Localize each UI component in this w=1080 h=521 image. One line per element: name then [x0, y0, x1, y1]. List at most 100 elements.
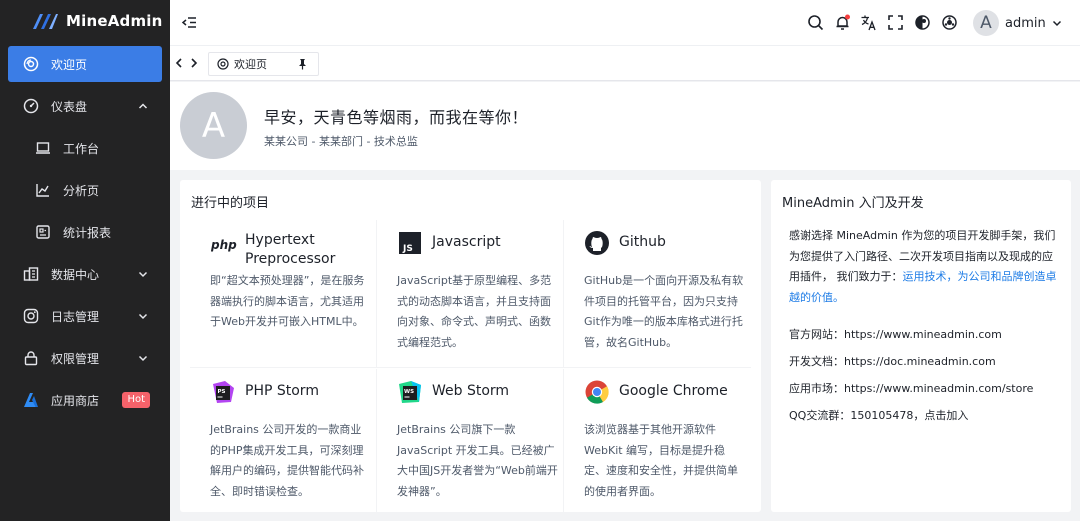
chevron-left-icon[interactable]	[173, 57, 185, 69]
user-name: admin	[1005, 15, 1046, 31]
info-docs[interactable]: 开发文档：https://doc.mineadmin.com	[789, 353, 996, 369]
user-menu[interactable]: A admin	[973, 10, 1062, 36]
sidebar-item-permissions[interactable]: 权限管理	[8, 340, 162, 376]
svg-text:PS: PS	[218, 389, 226, 395]
project-item-chrome[interactable]: Google Chrome 该浏览器基于其他开源软件WebKit 编写，目标是提…	[564, 369, 751, 517]
chrome-icon	[585, 380, 609, 404]
sidebar-item-data-center[interactable]: 数据中心	[8, 256, 162, 292]
sidebar-item-label: 日志管理	[51, 309, 100, 324]
sidebar-item-label: 欢迎页	[51, 57, 88, 72]
info-value: https://doc.mineadmin.com	[844, 355, 996, 368]
project-desc: 该浏览器基于其他开源软件WebKit 编写，目标是提升稳定、速度和安全性，并提供…	[584, 423, 738, 498]
lock-icon	[24, 351, 38, 366]
project-desc: JavaScript基于原型编程、多范式的动态脚本语言，并且支持面向对象、命令式…	[397, 274, 552, 349]
tab-label: 欢迎页	[234, 58, 267, 71]
welcome-header: A 早安，天青色等烟雨，而我在等你！ 某某公司 - 某某部门 - 技术总监	[170, 82, 1080, 170]
welcome-icon	[217, 58, 229, 70]
card-title: MineAdmin 入门及开发	[782, 196, 924, 211]
project-name: Github	[619, 234, 666, 250]
mineadmin-logo-icon	[33, 14, 58, 29]
info-store[interactable]: 应用市场：https://www.mineadmin.com/store	[789, 380, 1033, 396]
avatar: A	[180, 92, 247, 159]
project-name: PHP Storm	[245, 383, 319, 399]
dashboard-icon	[23, 98, 39, 114]
project-desc: JetBrains 公司旗下一款JavaScript 开发工具。已经被广大中国J…	[397, 423, 558, 498]
project-name: Hypertext Preprocessor	[245, 232, 336, 267]
app-store-icon	[24, 393, 38, 407]
chevron-right-icon[interactable]	[188, 57, 200, 69]
sidebar-item-label: 工作台	[63, 141, 100, 156]
project-item-github[interactable]: Github GitHub是一个面向开源及私有软件项目的托管平台，因为只支持Gi…	[564, 220, 751, 368]
project-item-webstorm[interactable]: WS Web Storm JetBrains 公司旗下一款JavaScript …	[377, 369, 564, 517]
sidebar-item-label: 权限管理	[51, 351, 100, 366]
hot-badge: Hot	[122, 392, 150, 408]
phpstorm-icon: PS	[213, 381, 234, 403]
sidebar-item-app-store[interactable]: 应用商店 Hot	[8, 382, 162, 418]
top-header: A admin	[170, 0, 1080, 46]
project-item-php[interactable]: php Hypertext Preprocessor 即“超文本预处理器”，是在…	[190, 220, 377, 368]
menu-fold-icon[interactable]	[181, 14, 198, 31]
project-item-phpstorm[interactable]: PS PHP Storm JetBrains 公司开发的一款商业的PHP集成开发…	[190, 369, 377, 517]
svg-text:php: php	[211, 238, 237, 252]
sidebar-item-label: 统计报表	[63, 225, 112, 240]
translate-icon[interactable]	[860, 14, 877, 31]
chevron-up-icon	[138, 103, 148, 109]
intro-card: MineAdmin 入门及开发 感谢选择 MineAdmin 作为您的项目开发脚…	[771, 180, 1071, 512]
project-desc: 即“超文本预处理器”，是在服务器端执行的脚本语言，尤其适用于Web开发并可嵌入H…	[210, 274, 365, 328]
brand[interactable]: MineAdmin	[0, 0, 170, 42]
chevron-down-icon	[1052, 20, 1061, 27]
info-website[interactable]: 官方网站：https://www.mineadmin.com	[789, 326, 1002, 342]
info-label: 官方网站：	[789, 328, 844, 341]
sidebar-item-analysis[interactable]: 分析页	[8, 172, 162, 208]
info-value: https://www.mineadmin.com/store	[844, 382, 1034, 395]
info-value: https://www.mineadmin.com	[844, 328, 1002, 341]
settings-icon[interactable]	[941, 14, 958, 31]
sidebar: MineAdmin 欢迎页 仪表盘 工作台 分析页 统计报表 数据中心 日志管理…	[0, 0, 170, 521]
theme-icon[interactable]	[914, 14, 931, 31]
github-icon	[585, 231, 609, 255]
sidebar-item-logs[interactable]: 日志管理	[8, 298, 162, 334]
notification-bell-icon[interactable]	[834, 14, 851, 31]
card-title: 进行中的项目	[191, 196, 270, 211]
svg-text:JS: JS	[402, 244, 413, 254]
info-label: QQ交流群：	[789, 409, 851, 422]
chevron-down-icon	[138, 355, 148, 362]
fullscreen-icon[interactable]	[887, 14, 904, 31]
welcome-icon	[23, 56, 39, 72]
sidebar-item-report[interactable]: 统计报表	[8, 214, 162, 250]
data-center-icon	[23, 267, 39, 281]
tab-bar: 欢迎页	[170, 46, 1080, 81]
intro-text: 感谢选择 MineAdmin 作为您的项目开发脚手架，我们为您提供了入门路径、二…	[789, 226, 1061, 308]
app-name: MineAdmin	[66, 12, 163, 30]
project-desc: JetBrains 公司开发的一款商业的PHP集成开发工具，可深刻理解用户的编码…	[210, 423, 364, 498]
project-name: Javascript	[432, 234, 501, 250]
php-icon: php	[211, 238, 237, 252]
info-label: 开发文档：	[789, 355, 844, 368]
instagram-icon	[23, 308, 39, 324]
projects-card: 进行中的项目 php Hypertext Preprocessor 即“超文本预…	[180, 180, 761, 517]
analysis-chart-icon	[36, 184, 49, 197]
greeting: 早安，天青色等烟雨，而我在等你！	[264, 108, 529, 127]
chevron-down-icon	[138, 313, 148, 320]
sidebar-item-workbench[interactable]: 工作台	[8, 130, 162, 166]
info-value: 150105478，点击加入	[850, 409, 969, 422]
project-desc: GitHub是一个面向开源及私有软件项目的托管平台，因为只支持Git作为唯一的版…	[584, 274, 744, 349]
info-label: 应用市场：	[789, 382, 844, 395]
info-qq-group[interactable]: QQ交流群：150105478，点击加入	[789, 407, 968, 423]
tab-welcome[interactable]: 欢迎页	[208, 52, 319, 76]
sidebar-item-label: 分析页	[63, 183, 100, 198]
sidebar-item-welcome[interactable]: 欢迎页	[8, 46, 162, 82]
project-name: Web Storm	[432, 383, 510, 399]
svg-text:WS: WS	[404, 389, 414, 395]
pin-icon[interactable]	[297, 58, 308, 70]
report-icon	[36, 225, 50, 239]
avatar: A	[973, 10, 999, 36]
sidebar-item-label: 数据中心	[51, 267, 100, 282]
project-item-javascript[interactable]: JS Javascript JavaScript基于原型编程、多范式的动态脚本语…	[377, 220, 564, 368]
chevron-down-icon	[138, 271, 148, 278]
javascript-icon: JS	[399, 232, 421, 254]
sidebar-item-dashboard[interactable]: 仪表盘	[8, 88, 162, 124]
search-icon[interactable]	[807, 14, 824, 31]
user-position: 某某公司 - 某某部门 - 技术总监	[264, 135, 418, 148]
sidebar-item-label: 仪表盘	[51, 99, 88, 114]
